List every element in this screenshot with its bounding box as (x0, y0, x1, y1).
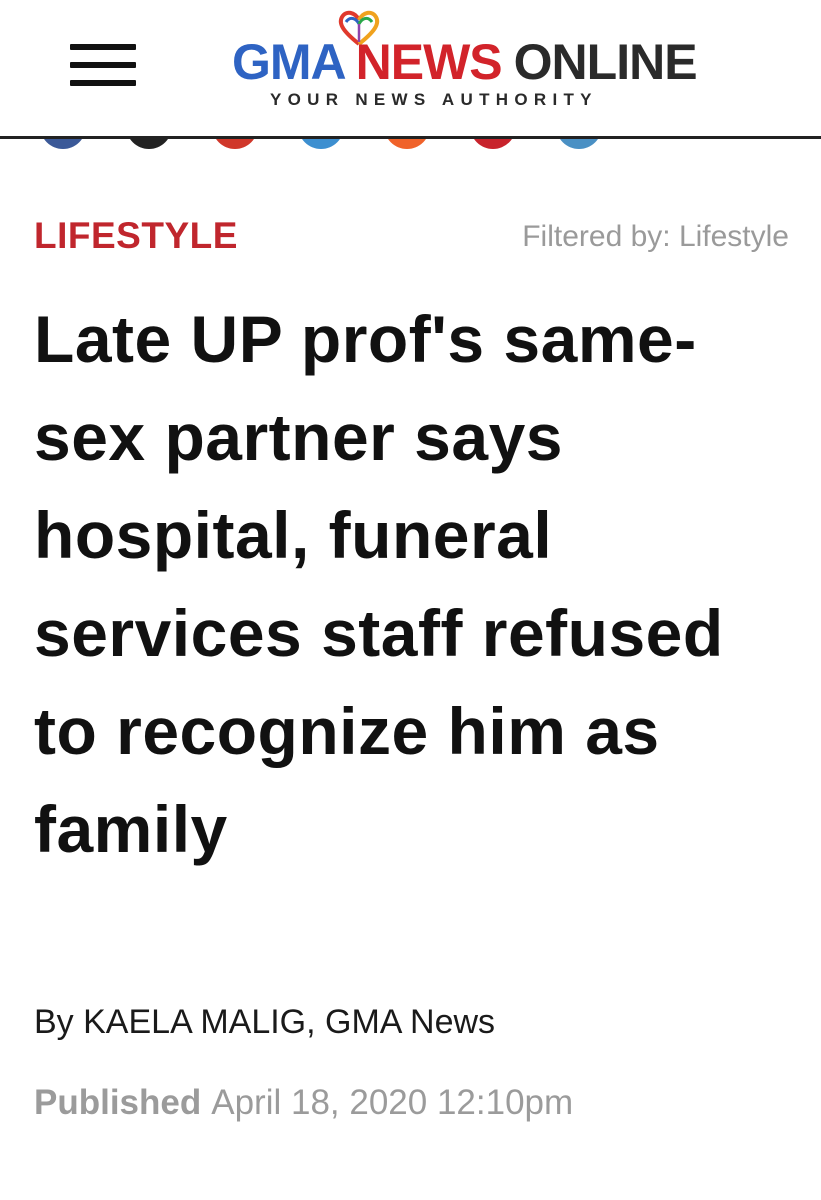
hamburger-menu-icon[interactable] (70, 44, 136, 86)
menu-bar (70, 80, 136, 86)
site-header: GMA NEWS ONLINE YOUR NEWS AUTHORITY (0, 0, 821, 139)
published-date: April 18, 2020 12:10pm (211, 1083, 574, 1122)
logo-wordmark: GMA NEWS ONLINE (232, 34, 698, 90)
email-share-icon[interactable] (556, 139, 602, 149)
messenger-share-icon[interactable] (126, 139, 172, 149)
twitter-share-icon[interactable] (298, 139, 344, 149)
article-byline: By KAELA MALIG, GMA News (34, 1003, 496, 1041)
reddit-share-icon[interactable] (384, 139, 430, 149)
published-info: Published April 18, 2020 12:10pm (34, 1080, 573, 1126)
menu-bar (70, 62, 136, 68)
pinterest-share-icon[interactable] (470, 139, 516, 149)
menu-bar (70, 44, 136, 50)
facebook-share-icon[interactable] (40, 139, 86, 149)
logo-gma-text: GMA (232, 34, 347, 90)
section-label-lifestyle[interactable]: LIFESTYLE (34, 214, 238, 258)
logo-tagline: YOUR NEWS AUTHORITY (270, 90, 598, 109)
gma-news-online-logo[interactable]: GMA NEWS ONLINE YOUR NEWS AUTHORITY (232, 8, 742, 113)
google-plus-share-icon[interactable] (212, 139, 258, 149)
published-label: Published (34, 1083, 202, 1122)
share-bar (0, 139, 821, 149)
logo-news-text: NEWS (355, 34, 503, 90)
filter-label: Filtered by: Lifestyle (522, 220, 789, 253)
logo-online-text: ONLINE (513, 34, 698, 90)
article-headline: Late UP prof's same-sex partner says hos… (34, 302, 724, 866)
